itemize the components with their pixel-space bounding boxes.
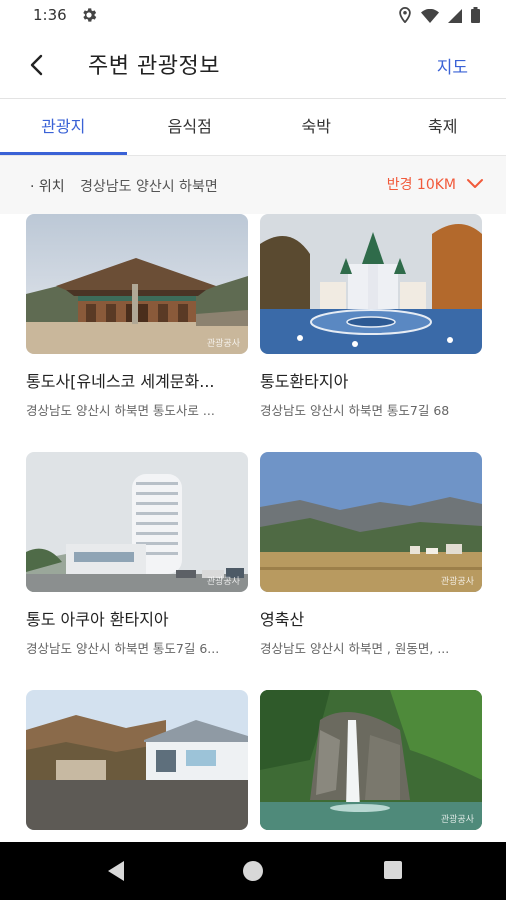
- recents-square-icon[interactable]: [382, 859, 404, 885]
- chevron-left-icon: [30, 54, 43, 76]
- home-circle-icon[interactable]: [241, 859, 265, 887]
- attraction-photo: 관광공사: [260, 690, 482, 830]
- attraction-title: 통도환타지아: [260, 372, 349, 391]
- map-button[interactable]: 지도: [437, 53, 468, 78]
- attraction-card[interactable]: [26, 690, 248, 852]
- wifi-icon: [421, 8, 439, 27]
- location-icon: [398, 6, 412, 27]
- attraction-address: 경상남도 양산시 하북면 통도7길 68: [260, 403, 450, 418]
- back-triangle-icon[interactable]: [104, 859, 126, 887]
- attraction-photo: 관광공사: [260, 452, 482, 592]
- battery-icon: [471, 7, 480, 27]
- system-nav-bar: [0, 842, 506, 900]
- app-header: 주변 관광정보 지도: [0, 32, 506, 98]
- gear-icon: [80, 6, 98, 28]
- attraction-photo: [26, 690, 248, 830]
- category-tabs: 관광지 음식점 숙박 축제: [0, 99, 506, 155]
- signal-icon: [448, 8, 462, 27]
- location-value: 경상남도 양산시 하북면: [80, 179, 218, 195]
- attraction-photo: [260, 214, 482, 354]
- attraction-title: 통도 아쿠아 환타지아: [26, 610, 169, 629]
- attraction-card[interactable]: 관광공사 통도사[유네스코 세계문화... 경상남도 양산시 하북면 통도사로 …: [26, 214, 248, 419]
- tab-attractions[interactable]: 관광지: [0, 99, 127, 155]
- tab-festivals[interactable]: 축제: [380, 99, 506, 155]
- status-time: 1:36: [33, 6, 67, 24]
- radius-dropdown[interactable]: 반경 10KM: [387, 174, 484, 194]
- attraction-card[interactable]: 관광공사 통도 아쿠아 환타지아 경상남도 양산시 하북면 통도7길 6...: [26, 452, 248, 657]
- status-bar: 1:36: [0, 0, 506, 32]
- back-button[interactable]: [22, 50, 52, 80]
- attraction-card[interactable]: 통도환타지아 경상남도 양산시 하북면 통도7길 68: [260, 214, 482, 419]
- status-icons: [398, 6, 480, 27]
- attraction-address: 경상남도 양산시 하북면 통도7길 6...: [26, 641, 220, 656]
- radius-label: 반경 10KM: [386, 177, 456, 193]
- page-title: 주변 관광정보: [88, 54, 220, 79]
- tab-restaurants[interactable]: 음식점: [127, 99, 254, 155]
- location-label: · 위치: [30, 179, 65, 195]
- attraction-address: 경상남도 양산시 하북면 , 원동면, ...: [260, 641, 450, 656]
- attraction-address: 경상남도 양산시 하북면 통도사로 ...: [26, 403, 215, 418]
- attraction-title: 영축산: [260, 610, 305, 629]
- chevron-down-icon: [467, 179, 483, 188]
- tab-lodging[interactable]: 숙박: [253, 99, 380, 155]
- attraction-title: 통도사[유네스코 세계문화...: [26, 372, 215, 391]
- attraction-card[interactable]: 관광공사 영축산 경상남도 양산시 하북면 , 원동면, ...: [260, 452, 482, 657]
- attraction-photo: 관광공사: [26, 452, 248, 592]
- attraction-photo: 관광공사: [26, 214, 248, 354]
- attraction-card[interactable]: 관광공사: [260, 690, 482, 852]
- location-filter: · 위치 경상남도 양산시 하북면 반경 10KM: [0, 156, 506, 214]
